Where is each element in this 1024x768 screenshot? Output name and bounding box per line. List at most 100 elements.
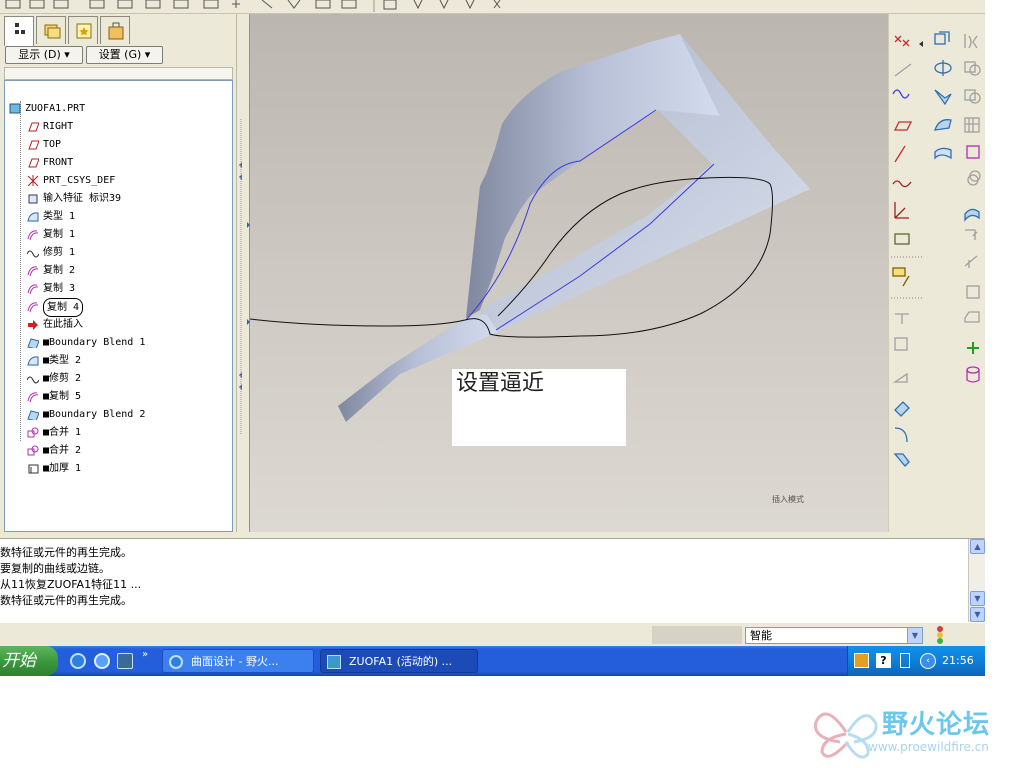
tab-connections[interactable] [100,16,130,44]
task-button-browser[interactable]: 曲面设计 - 野火... [162,649,314,673]
pattern-icon [964,117,980,133]
selection-filter-select[interactable]: 智能 ▼ [745,627,923,644]
filter-value: 智能 [750,629,772,642]
tree-item[interactable]: ■Boundary Blend 2 [5,406,230,423]
tree-item[interactable]: ■Boundary Blend 1 [5,334,230,351]
datum-point-icon [894,35,910,47]
tree-item-label: ■Boundary Blend 1 [43,337,146,348]
tree-item[interactable]: ■加厚 1 [5,460,230,477]
datum-plane-icon [28,122,39,132]
scroll-up-button[interactable]: ▲ [970,539,985,554]
show-dropdown-button[interactable]: 显示 (D) ▾ [5,46,83,64]
tree-item-label: TOP [43,139,62,150]
tab-model-tree[interactable] [4,16,34,46]
feature-tool-icons [891,31,981,467]
tree-item-label: 复制 4 [43,298,84,317]
copy-icon [27,392,39,402]
annotation-text: 设置逼近 [456,371,545,396]
tree-item[interactable]: TOP [5,136,230,153]
rib-tool-icon [892,372,908,383]
tree-item[interactable]: 复制 2 [5,262,230,279]
datum-plane-icon [893,121,913,131]
tree-item[interactable]: RIGHT [5,118,230,135]
model-tree-panel: 显示 (D) ▾ 设置 (G) ▾ ZUOFA1.PRT RIGHT TOP FRON… [0,14,238,532]
copy-icon [27,266,39,276]
message-scrollbar[interactable]: ▲ ▼ ▼ [968,539,985,623]
tree-item[interactable]: 复制 4 [5,298,230,317]
panel-splitter[interactable] [236,14,250,532]
tree-item-label: 复制 1 [43,229,76,240]
tree-item-label: ■合并 2 [43,445,82,456]
favorites-icon [76,23,92,39]
tree-item[interactable]: 输入特征 标识39 [5,190,230,207]
tree-item[interactable]: FRONT [5,154,230,171]
tree-item[interactable]: 在此插入 [5,316,230,333]
desktop-icon[interactable] [117,653,133,669]
analysis-icon [894,233,910,245]
tree-item[interactable]: ■合并 2 [5,442,230,459]
proe-window: 显示 (D) ▾ 设置 (G) ▾ ZUOFA1.PRT RIGHT TOP FRON… [0,0,985,676]
chevron-down-icon[interactable]: ▼ [907,628,922,643]
merge-icon [27,427,39,438]
watermark-url: www.proewildfire.cn [868,740,989,754]
butterfly-logo-icon [814,712,878,759]
ime-icon[interactable] [854,653,869,668]
message-line: 数特征或元件的再生完成。 [0,546,132,559]
tree-item-label: PRT_CSYS_DEF [43,175,116,186]
tree-item[interactable]: ■合并 1 [5,424,230,441]
solidify-icon [964,311,980,323]
help-icon[interactable]: ? [876,653,891,668]
status-bar: 智能 ▼ [0,622,985,646]
tree-item[interactable]: ■类型 2 [5,352,230,369]
tree-item[interactable]: 复制 1 [5,226,230,243]
start-button[interactable]: 开始 [0,646,58,676]
insert-here-arrow-icon [28,320,38,330]
tree-item[interactable]: 修剪 1 [5,244,230,261]
merge-gray-icon [964,89,981,104]
graphics-viewport[interactable]: 设置逼近 插入模式 [250,14,888,532]
network-icon[interactable] [900,653,910,668]
ie-icon[interactable] [70,653,86,669]
show-hidden-icons-icon[interactable]: ‹ [920,653,936,669]
extend-icon [965,229,978,240]
blend-icon [934,119,952,131]
top-toolbar-icons [5,0,501,12]
scroll-down-button[interactable]: ▼ [970,591,985,606]
tree-item[interactable]: ■复制 5 [5,388,230,405]
tree-item[interactable]: 类型 1 [5,208,230,225]
tree-column-header [4,67,233,80]
tab-favorites[interactable] [68,16,98,44]
proe-app-icon [327,655,341,669]
scroll-end-button[interactable]: ▼ [970,607,985,622]
warp-icon [964,208,980,222]
csys-icon [27,175,39,186]
database-icon [966,366,980,383]
system-tray: ? ‹ 21:56 [847,646,985,676]
surface-model [250,34,810,422]
datum-plane-icon [28,140,39,150]
quicklaunch-more-icon[interactable]: » [142,649,148,660]
tree-item-label: FRONT [43,157,74,168]
boundary-blend-icon [27,338,39,348]
status-field [652,626,742,644]
copy-icon [27,230,39,240]
right-feature-toolbar [888,14,985,532]
axis-icon [894,145,906,163]
tree-item[interactable]: PRT_CSYS_DEF [5,172,230,189]
browser-icon[interactable] [94,653,110,669]
boundary-blend-icon [934,147,952,160]
copy-icon [27,302,39,312]
add-icon [967,342,979,354]
task-button-proe[interactable]: ZUOFA1 (活动的) ... [320,649,478,673]
tree-item[interactable]: 复制 3 [5,280,230,297]
message-line: 要复制的曲线或边链。 [0,562,110,575]
tab-folder-browser[interactable] [36,16,66,44]
tree-root-item[interactable]: ZUOFA1.PRT [5,100,230,117]
settings-dropdown-button[interactable]: 设置 (G) ▾ [86,46,163,64]
trim-icon [27,376,39,384]
task-label: 曲面设计 - 野火... [191,655,279,668]
insert-mode-label: 插入模式 [772,495,804,504]
tree-item[interactable]: ■修剪 2 [5,370,230,387]
import-feature-icon [28,194,38,204]
watermark-title: 野火论坛 [882,710,991,740]
